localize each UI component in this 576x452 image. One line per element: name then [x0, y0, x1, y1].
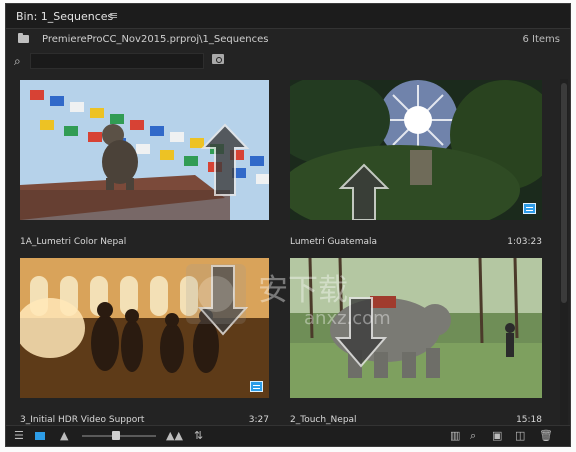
- clip-grid: 1A_Lumetri Color Nepal Lumetri Guatemala…: [6, 74, 562, 426]
- search-icon[interactable]: ⌕: [14, 54, 21, 69]
- clip-name: 1A_Lumetri Color Nepal: [20, 237, 127, 247]
- folder-icon[interactable]: [18, 33, 29, 43]
- item-count: 6 Items: [522, 34, 560, 45]
- bottom-toolbar: ☰ ▲ ▲▲ ⇅ ▥ ⌕ ▣ ◫ 🗑: [6, 425, 570, 446]
- svg-text:anxz.com: anxz.com: [304, 308, 391, 329]
- watermark-logo: 安下载 anxz.com: [186, 264, 406, 334]
- clip-thumbnail[interactable]: [20, 80, 269, 220]
- zoom-slider-knob[interactable]: [112, 431, 120, 440]
- clip-thumbnail[interactable]: [290, 80, 542, 220]
- bin-path: PremiereProCC_Nov2015.prproj\1_Sequences: [42, 34, 269, 45]
- clip-duration: 3:27: [248, 415, 269, 425]
- sequence-badge-icon: [250, 381, 263, 392]
- search-row: ⌕: [6, 51, 570, 73]
- new-bin-icon[interactable]: ▣: [492, 430, 502, 442]
- panel-titlebar: Bin: 1_Sequences ≡: [6, 4, 570, 29]
- svg-text:安下载: 安下载: [258, 273, 348, 308]
- clip-name: 2_Touch_Nepal: [290, 415, 357, 425]
- clip-duration: 15:18: [516, 415, 542, 425]
- clip-name: Lumetri Guatemala: [290, 237, 378, 247]
- clip-name: 3_Initial HDR Video Support: [20, 415, 145, 425]
- icon-view-icon[interactable]: [35, 432, 45, 440]
- zoom-slider[interactable]: [82, 431, 156, 440]
- clip-duration: 1:03:23: [507, 237, 542, 247]
- new-search-bin-icon[interactable]: [212, 54, 224, 64]
- sequence-badge-icon: [523, 203, 536, 214]
- find-icon[interactable]: ⌕: [470, 430, 476, 442]
- zoom-in-icon[interactable]: ▲▲: [166, 430, 183, 442]
- bin-title[interactable]: Bin: 1_Sequences: [16, 10, 113, 23]
- vertical-scrollbar[interactable]: [560, 79, 568, 429]
- project-bin-panel: Bin: 1_Sequences ≡ PremiereProCC_Nov2015…: [5, 3, 571, 447]
- sort-icon[interactable]: ⇅: [194, 430, 203, 442]
- new-item-icon[interactable]: ◫: [515, 430, 525, 442]
- bin-path-row: PremiereProCC_Nov2015.prproj\1_Sequences…: [6, 30, 570, 50]
- clip-tile[interactable]: 1A_Lumetri Color Nepal: [20, 80, 269, 250]
- scrollbar-thumb[interactable]: [561, 83, 567, 303]
- clip-tile[interactable]: Lumetri Guatemala 1:03:23: [290, 80, 542, 250]
- zoom-out-icon[interactable]: ▲: [60, 430, 68, 442]
- automate-to-sequence-icon[interactable]: ▥: [450, 430, 460, 442]
- search-input[interactable]: [30, 53, 204, 69]
- hamburger-menu-icon[interactable]: ≡: [109, 9, 118, 22]
- trash-icon[interactable]: 🗑: [539, 430, 553, 442]
- list-view-icon[interactable]: ☰: [14, 430, 24, 442]
